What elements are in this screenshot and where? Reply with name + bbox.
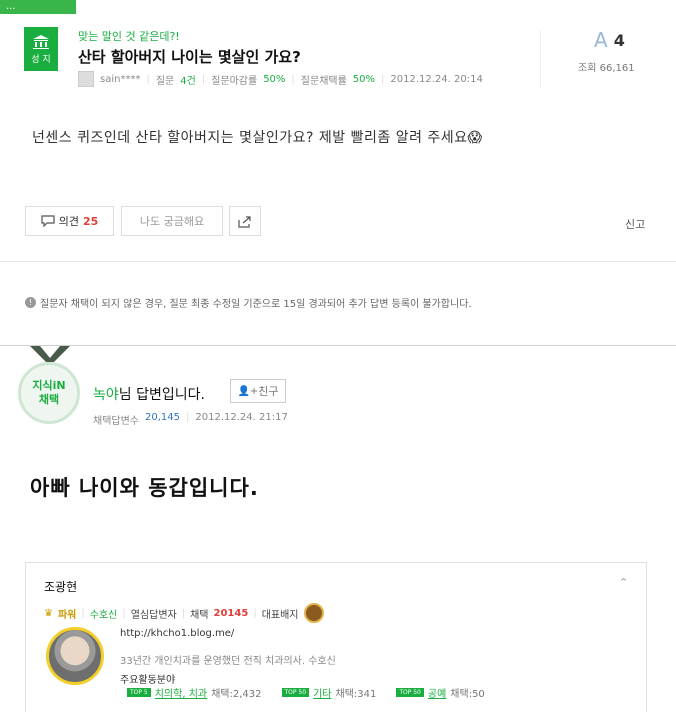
divider: | xyxy=(181,607,186,619)
vertical-divider xyxy=(540,30,541,88)
collapse-icon[interactable]: ⌃ xyxy=(619,576,628,589)
building-icon xyxy=(33,35,49,49)
share-button[interactable] xyxy=(229,206,261,236)
report-link[interactable]: 신고 xyxy=(625,216,645,232)
divider: | xyxy=(146,73,150,85)
top-badge: TOP 5 xyxy=(127,688,151,697)
divider: | xyxy=(186,412,190,423)
field-count: 채택:341 xyxy=(335,689,377,700)
ribbon-icon xyxy=(30,346,70,362)
profile-tags: ♛ 파워 | 수호신 | 열심답변자 | 채택 20145 | 대표배지 xyxy=(44,603,324,623)
close-rate-label: 질문마감률 xyxy=(211,75,258,87)
section-divider xyxy=(0,345,676,346)
answer-letter: A xyxy=(594,28,608,52)
author-name[interactable]: sain**** xyxy=(100,74,140,85)
field-count: 채택:2,432 xyxy=(211,689,262,700)
close-rate-value: 50% xyxy=(263,73,286,85)
avatar[interactable] xyxy=(78,71,94,87)
question-subtitle: 맞는 말인 것 같은데?! xyxy=(78,30,180,43)
field-count: 채택:50 xyxy=(450,689,485,700)
question-title: 산타 할아버지 나이는 몇살인 가요? xyxy=(78,48,301,66)
notice-text: 질문자 채택이 되지 않은 경우, 질문 최종 수정일 기준으로 15일 경과되… xyxy=(40,299,472,310)
field-link[interactable]: 공예 xyxy=(428,685,446,700)
share-icon xyxy=(238,215,251,228)
divider: | xyxy=(81,607,85,619)
divider: | xyxy=(122,607,126,619)
person-plus-icon: 👤+ xyxy=(237,385,259,397)
questions-label: 질문 xyxy=(155,75,175,87)
crown-icon: ♛ xyxy=(44,607,53,619)
badge-label: 대표배지 xyxy=(261,609,299,621)
adopted-medal: 지식iN 채택 xyxy=(18,362,80,424)
answer-body: 아빠 나이와 동갑입니다. xyxy=(30,476,259,500)
top-badge: TOP 50 xyxy=(396,688,424,697)
top-banner: ... xyxy=(0,0,76,14)
field-link[interactable]: 기타 xyxy=(313,685,331,700)
blog-url[interactable]: http://khcho1.blog.me/ xyxy=(120,628,234,639)
adopt-rate-value: 50% xyxy=(352,73,376,85)
divider: | xyxy=(201,73,206,85)
representative-badge-icon[interactable] xyxy=(303,603,324,623)
speech-bubble-icon xyxy=(41,215,55,227)
fields-list: TOP 5 치의학, 치과 채택:2,432 TOP 50 기타 채택:341 … xyxy=(127,685,485,700)
sacred-badge: 성 지 xyxy=(24,27,58,71)
adopt-rate-label: 질문채택률 xyxy=(300,75,347,87)
rank-label: 파워 xyxy=(57,609,77,621)
profile-name[interactable]: 조광현 xyxy=(44,578,77,595)
profile-photo[interactable] xyxy=(46,627,104,685)
answer-suffix: 님 답변입니다. xyxy=(118,387,205,403)
medal-line1: 지식iN xyxy=(32,379,66,392)
question-body: 넌센스 퀴즈인데 산타 할아버지는 몇살인가요? 제발 빨리좀 알려 주세요😱 xyxy=(32,130,483,146)
answer-date: 2012.12.24. 21:17 xyxy=(195,412,288,423)
field-link[interactable]: 치의학, 치과 xyxy=(155,685,207,700)
answerer-name[interactable]: 녹야 xyxy=(93,387,119,403)
fields-label: 주요활동분야 xyxy=(120,675,176,686)
friend-label: 친구 xyxy=(258,385,279,398)
answerer-heading: 녹야님 답변입니다. xyxy=(93,384,205,404)
add-friend-button[interactable]: 👤+ 친구 xyxy=(230,379,286,403)
badge-label: 성 지 xyxy=(31,55,51,65)
answer-meta: 채택답변수 20,145 | 2012.12.24. 21:17 xyxy=(93,412,288,427)
curious-button[interactable]: 나도 궁금해요 xyxy=(121,206,223,236)
opinion-label: 의견 xyxy=(58,215,79,228)
divider: | xyxy=(381,73,385,85)
medal-line2: 채택 xyxy=(38,393,60,406)
activity-label: 열심답변자 xyxy=(130,609,177,621)
section-divider xyxy=(0,261,676,262)
question-date: 2012.12.24. 20:14 xyxy=(390,73,483,85)
adopt-label: 채택 xyxy=(190,609,209,621)
adopt-count-label: 채택답변수 xyxy=(93,416,139,427)
questions-value: 4건 xyxy=(180,75,196,87)
views-value: 66,161 xyxy=(599,63,635,74)
divider: | xyxy=(253,607,257,619)
divider: | xyxy=(291,73,295,85)
top-badge: TOP 50 xyxy=(281,688,310,697)
profile-description: 33년간 개인치과를 운영했던 전직 치과의사. 수호신 xyxy=(120,656,336,667)
views-label: 조회 xyxy=(578,63,597,74)
adopt-value: 20145 xyxy=(213,607,249,619)
view-count: 조회 66,161 xyxy=(578,59,635,74)
answer-count-value: 4 xyxy=(613,30,625,50)
opinion-button[interactable]: 의견 25 xyxy=(25,206,114,236)
question-meta: sain**** | 질문 4건 | 질문마감률 50% | 질문채택률 50%… xyxy=(78,71,483,87)
answer-count: A 4 xyxy=(594,28,625,52)
notice: ! 질문자 채택이 되지 않은 경우, 질문 최종 수정일 기준으로 15일 경… xyxy=(25,295,472,310)
title-label: 수호신 xyxy=(89,609,118,621)
opinion-count: 25 xyxy=(82,214,99,228)
adopt-count-value: 20,145 xyxy=(145,412,180,423)
info-icon: ! xyxy=(25,297,36,308)
